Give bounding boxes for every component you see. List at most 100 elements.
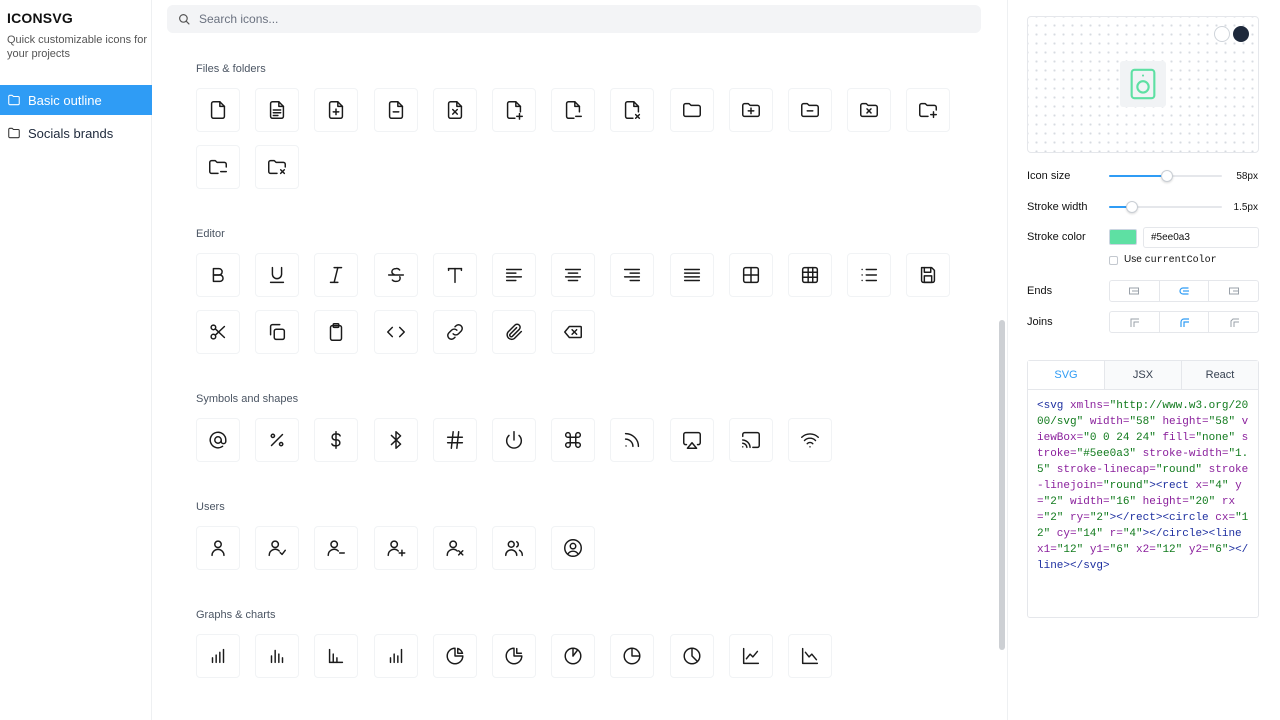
bar-chart-4-icon	[389, 648, 402, 664]
slider-knob[interactable]	[1160, 170, 1173, 182]
dark-background-toggle[interactable]	[1233, 26, 1249, 42]
icon-tile[interactable]	[196, 310, 240, 354]
icon-tile[interactable]	[610, 418, 655, 462]
icon-tile[interactable]	[196, 418, 240, 462]
icon-tile[interactable]	[432, 418, 477, 462]
icon-tile[interactable]	[255, 88, 300, 132]
sidebar-item-socials-brands[interactable]: Socials brands	[0, 118, 152, 148]
icon-tile[interactable]	[787, 418, 832, 462]
icon-tile[interactable]	[551, 253, 596, 297]
icon-tile[interactable]	[728, 253, 773, 297]
search-input[interactable]	[199, 12, 959, 26]
icon-tile[interactable]	[551, 526, 596, 570]
icon-tile[interactable]	[314, 88, 359, 132]
icon-tile[interactable]	[432, 253, 477, 297]
tab-svg[interactable]: SVG	[1028, 361, 1104, 389]
icon-tile[interactable]	[255, 418, 300, 462]
icon-tile[interactable]	[610, 634, 655, 678]
tab-jsx[interactable]: JSX	[1104, 361, 1181, 389]
icon-tile[interactable]	[847, 88, 892, 132]
user-icon	[211, 540, 225, 557]
icon-tile[interactable]	[551, 634, 596, 678]
scrollbar-thumb[interactable]	[999, 320, 1005, 650]
icon-tile[interactable]	[491, 418, 536, 462]
icon-tile[interactable]	[432, 310, 477, 354]
icon-tile[interactable]	[906, 88, 951, 132]
icon-tile[interactable]	[196, 526, 240, 570]
slider-knob[interactable]	[1125, 201, 1138, 213]
folder-icon	[8, 94, 20, 106]
icon-tile[interactable]	[373, 634, 418, 678]
icon-tile[interactable]	[669, 253, 714, 297]
pie-chart-5-icon	[682, 647, 701, 665]
icon-tile[interactable]	[491, 253, 536, 297]
icon-tile[interactable]	[787, 634, 832, 678]
join-miter-option[interactable]	[1110, 312, 1159, 332]
icon-tile[interactable]	[196, 88, 240, 132]
use-current-color-checkbox[interactable]	[1109, 256, 1118, 265]
icon-tile[interactable]	[432, 634, 477, 678]
icon-tile[interactable]	[669, 418, 714, 462]
stroke-color-input[interactable]	[1143, 227, 1259, 248]
icon-tile[interactable]	[255, 634, 300, 678]
icon-tile[interactable]	[491, 634, 536, 678]
bluetooth-icon	[390, 431, 401, 449]
icon-tile[interactable]	[373, 526, 418, 570]
icon-tile[interactable]	[255, 145, 300, 189]
icon-tile[interactable]	[432, 526, 477, 570]
backspace-icon	[564, 325, 583, 339]
icon-tile[interactable]	[847, 253, 892, 297]
stroke-width-label: Stroke width	[1027, 201, 1088, 213]
svg-code-snippet[interactable]: <svg xmlns="http://www.w3.org/2000/svg" …	[1028, 390, 1258, 582]
icon-tile[interactable]	[314, 418, 359, 462]
icon-tile[interactable]	[551, 418, 596, 462]
cap-round-option[interactable]	[1158, 281, 1209, 301]
icon-tile[interactable]	[373, 253, 418, 297]
icon-tile[interactable]	[610, 88, 655, 132]
icon-tile[interactable]	[491, 526, 536, 570]
cap-square-option[interactable]	[1208, 281, 1258, 301]
icon-tile[interactable]	[787, 88, 832, 132]
icon-tile[interactable]	[728, 418, 773, 462]
icon-tile[interactable]	[491, 88, 536, 132]
stroke-color-swatch[interactable]	[1109, 229, 1137, 245]
pie-chart-icon	[446, 647, 464, 665]
icon-tile[interactable]	[196, 145, 240, 189]
join-round-option[interactable]	[1158, 312, 1209, 332]
icon-tile[interactable]	[787, 253, 832, 297]
icon-tile[interactable]	[491, 310, 536, 354]
stroke-width-slider[interactable]	[1109, 200, 1222, 214]
icon-tile[interactable]	[728, 634, 773, 678]
icon-tile[interactable]	[669, 88, 714, 132]
icon-tile[interactable]	[906, 253, 951, 297]
icon-tile[interactable]	[373, 418, 418, 462]
icon-tile[interactable]	[314, 253, 359, 297]
icon-grid	[196, 253, 951, 354]
join-bevel-option[interactable]	[1208, 312, 1258, 332]
icon-tile[interactable]	[255, 253, 300, 297]
pie-chart-2-icon	[505, 647, 523, 665]
icon-tile[interactable]	[669, 634, 714, 678]
icon-tile[interactable]	[314, 526, 359, 570]
icon-tile[interactable]	[432, 88, 477, 132]
icon-tile[interactable]	[196, 253, 240, 297]
section-graphs-charts: Graphs & charts	[196, 608, 832, 678]
cast-icon	[741, 431, 760, 449]
icon-tile[interactable]	[551, 310, 596, 354]
underline-icon	[270, 266, 285, 284]
icon-tile[interactable]	[255, 526, 300, 570]
icon-tile[interactable]	[373, 88, 418, 132]
tab-react[interactable]: React	[1181, 361, 1258, 389]
icon-tile[interactable]	[196, 634, 240, 678]
light-background-toggle[interactable]	[1214, 26, 1230, 42]
icon-tile[interactable]	[610, 253, 655, 297]
icon-size-slider[interactable]	[1109, 169, 1222, 183]
sidebar-item-basic-outline[interactable]: Basic outline	[0, 85, 152, 115]
icon-tile[interactable]	[551, 88, 596, 132]
cap-butt-option[interactable]	[1110, 281, 1159, 301]
icon-tile[interactable]	[314, 634, 359, 678]
icon-tile[interactable]	[255, 310, 300, 354]
icon-tile[interactable]	[728, 88, 773, 132]
icon-tile[interactable]	[373, 310, 418, 354]
icon-tile[interactable]	[314, 310, 359, 354]
